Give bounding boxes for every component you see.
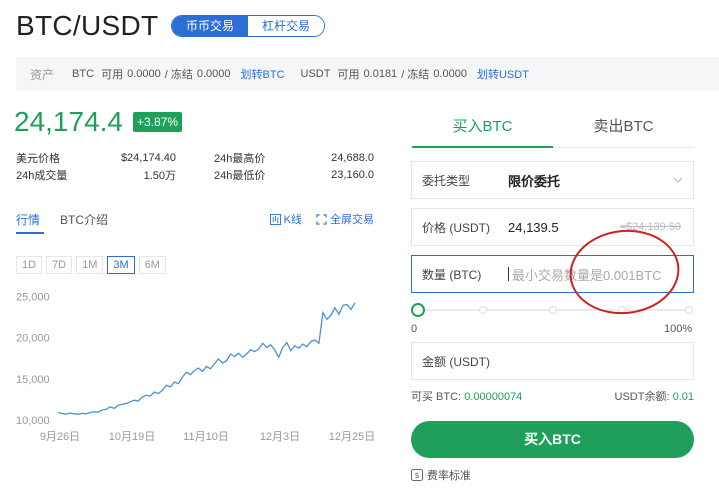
usdt-frozen-label: / 冻结 [401, 69, 430, 81]
btc-coin: BTC [72, 68, 95, 80]
x-tick-label: 10月19日 [109, 431, 155, 443]
usdt-balance-label: USDT余额: [614, 391, 670, 403]
range-1d[interactable]: 1D [16, 256, 43, 274]
amount-label: 金额 (USDT) [422, 354, 490, 369]
range-6m[interactable]: 6M [138, 256, 166, 274]
tab-btc-intro[interactable]: BTC介绍 [60, 211, 108, 228]
x-tick-label: 9月26日 [40, 431, 80, 443]
fullscreen-label: 全屏交易 [330, 214, 374, 226]
slider-step-50[interactable] [549, 306, 557, 314]
volume-24h-value: 1.50万 [143, 169, 176, 182]
active-tab-underline [16, 232, 44, 234]
avail-btc-value: 0.00000074 [464, 391, 523, 403]
range-3m[interactable]: 3M [107, 256, 135, 274]
ticker-stats: 美元价格 $24,174.40 24h最高价 24,688.0 24h成交量 1… [16, 149, 374, 183]
price-label: 价格 (USDT) [422, 220, 490, 235]
buy-btc-button[interactable]: 买入BTC [411, 421, 694, 458]
usdt-frozen: 0.0000 [433, 68, 467, 80]
order-type-label: 委托类型 [422, 173, 471, 188]
assets-label: 资产 [30, 67, 55, 82]
tab-buy-btc[interactable]: 买入BTC [412, 112, 553, 148]
range-1m[interactable]: 1M [76, 256, 104, 274]
amount-slider[interactable] [411, 302, 694, 318]
usdt-available: 0.0181 [363, 68, 398, 80]
range-7d[interactable]: 7D [46, 256, 73, 274]
btc-frozen-label: / 冻结 [164, 69, 193, 81]
fullscreen-button[interactable]: 全屏交易 [316, 211, 374, 227]
fee-standard-label: 费率标准 [427, 470, 471, 482]
last-price: 24,174.4 [14, 106, 123, 137]
slider-max-label: 100% [664, 323, 693, 335]
trade-mode-tabs: 币币交易 杠杆交易 [171, 15, 326, 37]
order-type-value: 限价委托 [508, 173, 561, 189]
high-24h-value: 24,688.0 [331, 151, 374, 164]
slider-step-25[interactable] [479, 306, 487, 314]
x-tick-label: 12月3日 [260, 431, 300, 443]
usd-price-value: $24,174.40 [120, 151, 176, 164]
fee-icon: $ [411, 469, 423, 481]
quantity-label: 数量 (BTC) [422, 267, 482, 282]
kline-label: K线 [283, 214, 302, 226]
volume-24h-label: 24h成交量 [16, 169, 68, 182]
btc-frozen: 0.0000 [196, 68, 231, 80]
stat-row: 美元价格 $24,174.40 24h最高价 24,688.0 [16, 149, 374, 166]
usdt-available-label: 可用 [337, 69, 360, 81]
transfer-btc-link[interactable]: 划转BTC [241, 66, 285, 82]
tab-spot-trading[interactable]: 币币交易 [172, 16, 249, 36]
slider-min-label: 0 [411, 323, 418, 335]
amount-field[interactable]: 金额 (USDT) [411, 342, 694, 380]
price-series-line [57, 302, 356, 415]
x-tick-label: 12月25日 [329, 431, 375, 443]
time-range-selector: 1D 7D 1M 3M 6M [16, 256, 166, 274]
kline-button[interactable]: K线 [269, 211, 302, 227]
low-24h-value: 23,160.0 [331, 168, 374, 181]
assets-bar: 资产 BTC 可用 0.0000 / 冻结 0.0000 划转BTC USDT … [16, 57, 719, 91]
btc-available: 0.0000 [127, 68, 161, 80]
usdt-balance: USDT余额: 0.01 [615, 388, 694, 404]
tab-sell-btc[interactable]: 卖出BTC [553, 112, 694, 147]
y-tick-label: 10,000 [16, 415, 50, 427]
x-tick-label: 11月10日 [183, 431, 229, 443]
kline-icon [269, 213, 281, 225]
high-24h-label: 24h最高价 [214, 152, 266, 165]
chevron-down-icon [673, 177, 683, 183]
text-caret [508, 267, 509, 281]
order-type-select[interactable]: 委托类型 限价委托 [411, 161, 694, 199]
fullscreen-icon [316, 213, 327, 225]
y-tick-label: 15,000 [16, 374, 50, 386]
chart-tabs: 行情 BTC介绍 K线 全屏交易 [16, 209, 374, 235]
slider-step-75[interactable] [618, 306, 626, 314]
btc-available-label: 可用 [101, 69, 124, 81]
transfer-usdt-link[interactable]: 划转USDT [477, 66, 529, 82]
tab-margin-trading[interactable]: 杠杆交易 [248, 16, 325, 36]
usd-price-label: 美元价格 [16, 152, 60, 165]
quantity-field[interactable]: 数量 (BTC) 最小交易数量是0.001BTC [411, 255, 694, 293]
pair-title: BTC/USDT [16, 10, 159, 41]
y-tick-label: 20,000 [16, 333, 50, 345]
usdt-coin: USDT [300, 68, 331, 80]
slider-step-100[interactable] [685, 306, 693, 314]
price-chart: 25,000 20,000 15,000 10,000 9月26日 10月19日 11月10… [16, 291, 375, 443]
price-input-value[interactable]: 24,139.5 [508, 220, 559, 235]
low-24h-label: 24h最低价 [214, 169, 266, 182]
price-change-badge: +3.87% [133, 112, 183, 132]
available-info: 可买 BTC: 0.00000074 USDT余额: 0.01 [411, 388, 694, 404]
stat-row: 24h成交量 1.50万 24h最低价 23,160.0 [16, 166, 374, 183]
svg-text:$: $ [414, 471, 419, 480]
price-field[interactable]: 价格 (USDT) 24,139.5 ≈$24,139.50 [411, 208, 694, 246]
slider-handle[interactable] [411, 303, 425, 317]
fee-standard-link[interactable]: $ 费率标准 [411, 467, 471, 483]
y-tick-label: 25,000 [16, 291, 50, 303]
quantity-input[interactable]: 最小交易数量是0.001BTC [512, 265, 662, 284]
chart-tools: K线 全屏交易 [269, 211, 374, 227]
tab-market[interactable]: 行情 [16, 211, 40, 228]
price-usd-hint: ≈$24,139.50 [619, 221, 681, 233]
order-side-tabs: 买入BTC 卖出BTC [412, 112, 694, 148]
usdt-balance-value: 0.01 [672, 391, 694, 403]
avail-btc-label: 可买 BTC: [411, 391, 462, 403]
